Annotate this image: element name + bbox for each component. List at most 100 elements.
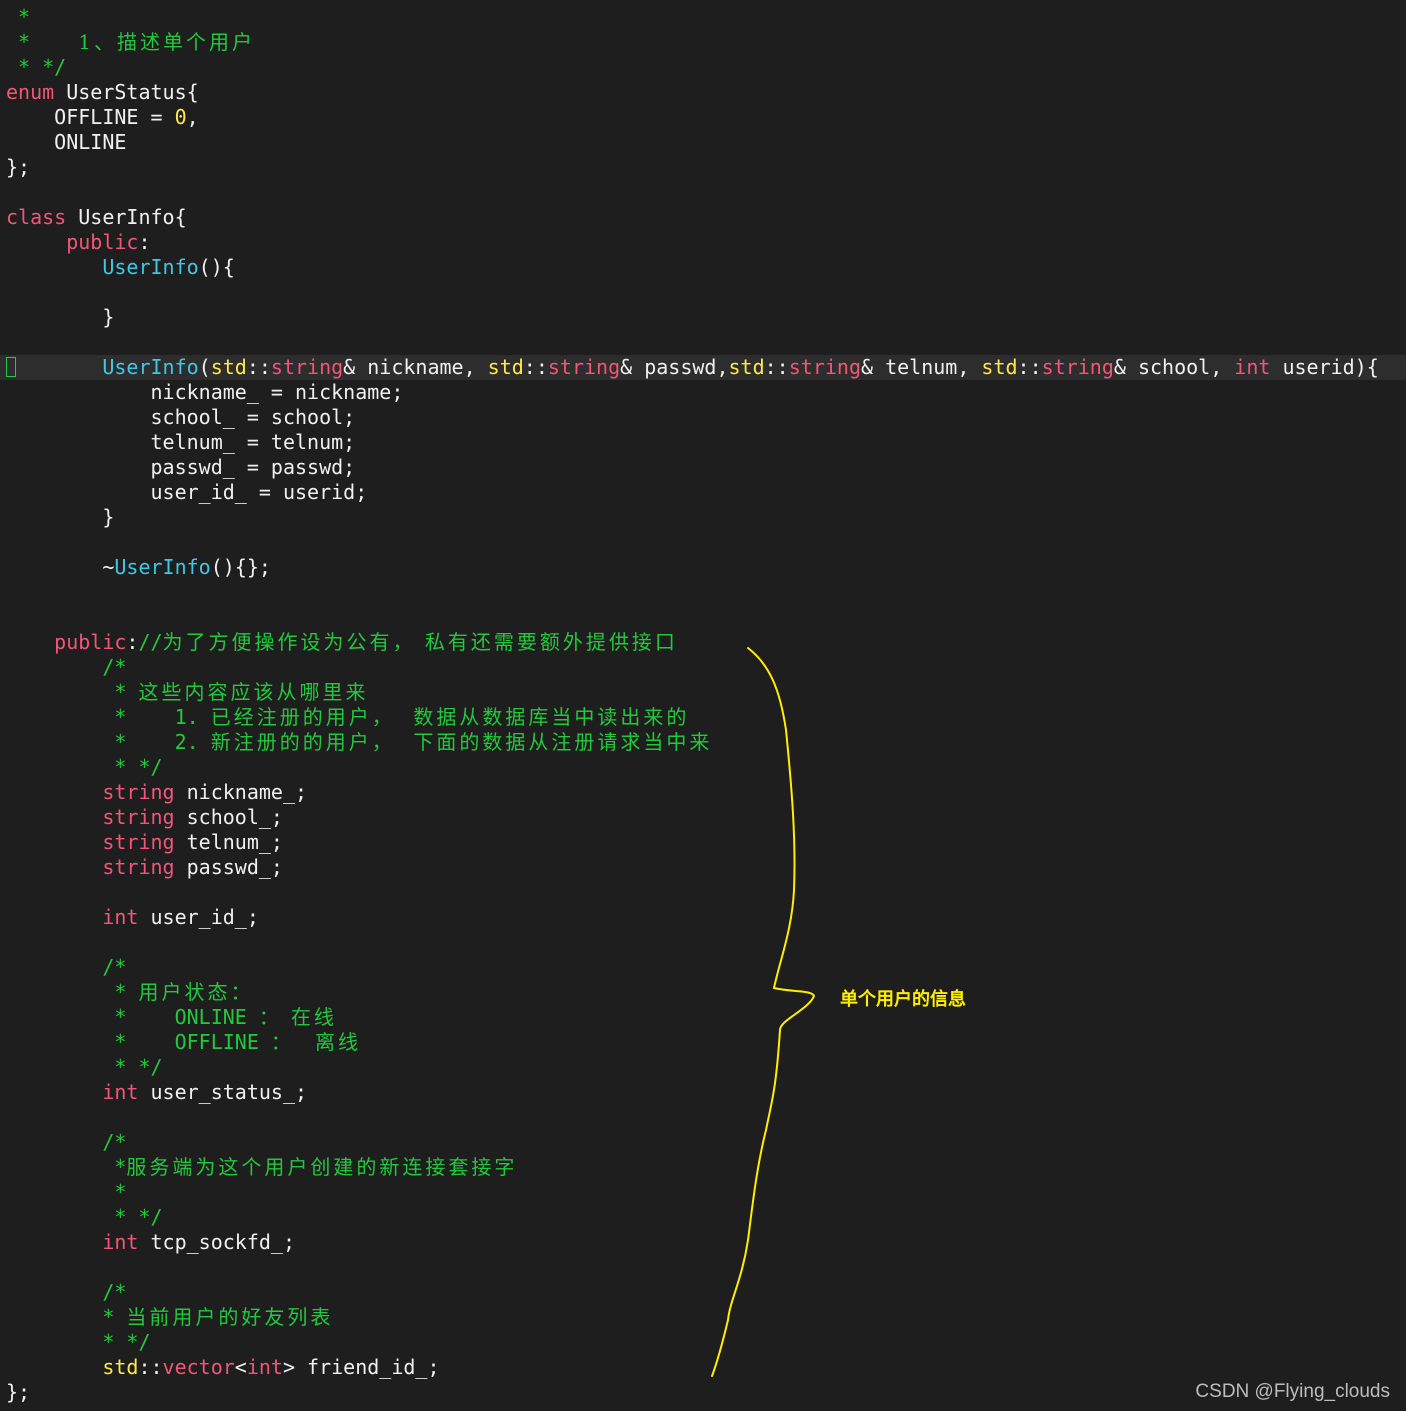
code-line[interactable]: [0, 1105, 1406, 1130]
code-line[interactable]: *: [0, 5, 1406, 30]
code-text: * */: [6, 755, 162, 780]
code-token: *: [6, 30, 79, 54]
code-token: 当前用户的好友列表: [126, 1305, 334, 1329]
code-line[interactable]: [0, 180, 1406, 205]
code-line[interactable]: class UserInfo{: [0, 205, 1406, 230]
watermark: CSDN @Flying_clouds: [1195, 1381, 1390, 1402]
code-line[interactable]: std::vector<int> friend_id_;: [0, 1355, 1406, 1380]
code-token: UserInfo: [102, 255, 199, 279]
code-line[interactable]: string nickname_;: [0, 780, 1406, 805]
code-text: passwd_ = passwd;: [6, 455, 355, 480]
code-line[interactable]: * 1、描述单个用户: [0, 30, 1406, 55]
code-line-current[interactable]: UserInfo(std::string& nickname, std::str…: [0, 355, 1406, 380]
code-line[interactable]: int tcp_sockfd_;: [0, 1230, 1406, 1255]
code-line[interactable]: int user_id_;: [0, 905, 1406, 930]
code-token: std: [981, 355, 1018, 379]
code-text: * 这些内容应该从哪里来: [6, 680, 368, 705]
code-token: user_id_ = userid;: [6, 480, 368, 504]
code-token: };: [6, 155, 31, 179]
code-token: //: [138, 630, 163, 654]
code-token: UserInfo{: [66, 205, 187, 229]
code-line[interactable]: string telnum_;: [0, 830, 1406, 855]
code-line[interactable]: * */: [0, 1055, 1406, 1080]
code-line[interactable]: public:: [0, 230, 1406, 255]
code-line[interactable]: [0, 1255, 1406, 1280]
code-line[interactable]: string passwd_;: [0, 855, 1406, 880]
code-line[interactable]: [0, 580, 1406, 605]
code-text: UserInfo(std::string& nickname, std::str…: [6, 355, 1378, 380]
code-token: user_status_;: [138, 1080, 308, 1104]
code-line[interactable]: OFFLINE = 0,: [0, 105, 1406, 130]
code-line[interactable]: /*: [0, 655, 1406, 680]
code-token: telnum_;: [174, 830, 283, 854]
code-line[interactable]: }: [0, 305, 1406, 330]
code-token: ::: [246, 355, 271, 379]
code-token: 这些内容应该从哪里来: [138, 680, 369, 704]
code-line[interactable]: /*: [0, 955, 1406, 980]
code-line[interactable]: * */: [0, 55, 1406, 80]
code-line[interactable]: passwd_ = passwd;: [0, 455, 1406, 480]
code-line[interactable]: string school_;: [0, 805, 1406, 830]
code-token: & school,: [1113, 355, 1235, 379]
code-token: & passwd,: [620, 355, 729, 379]
code-text: int user_id_;: [6, 905, 259, 930]
code-token: string: [788, 355, 861, 379]
code-line[interactable]: UserInfo(){: [0, 255, 1406, 280]
code-token: <: [234, 1355, 247, 1379]
code-line[interactable]: * 当前用户的好友列表: [0, 1305, 1406, 1330]
code-line[interactable]: }: [0, 505, 1406, 530]
code-token: int: [102, 1080, 139, 1104]
code-line[interactable]: * 2. 新注册的的用户， 下面的数据从注册请求当中来: [0, 730, 1406, 755]
code-line[interactable]: * 1. 已经注册的用户， 数据从数据库当中读出来的: [0, 705, 1406, 730]
code-line[interactable]: * */: [0, 1330, 1406, 1355]
code-token: & nickname,: [343, 355, 488, 379]
code-line[interactable]: [0, 605, 1406, 630]
code-token: /*: [6, 955, 127, 979]
annotation-label: 单个用户的信息: [840, 989, 966, 1010]
code-line[interactable]: * 用户状态：: [0, 980, 1406, 1005]
code-line[interactable]: [0, 280, 1406, 305]
code-token: (){: [198, 255, 235, 279]
code-token: tcp_sockfd_;: [138, 1230, 295, 1254]
code-line[interactable]: /*: [0, 1130, 1406, 1155]
code-line[interactable]: * OFFLINE ： 离线: [0, 1030, 1406, 1055]
code-token: int: [1234, 355, 1271, 379]
code-text: * 用户状态：: [6, 980, 253, 1005]
code-line[interactable]: };: [0, 155, 1406, 180]
code-line[interactable]: * ONLINE ： 在线: [0, 1005, 1406, 1030]
code-token: * ONLINE ：: [6, 1005, 291, 1029]
code-line[interactable]: enum UserStatus{: [0, 80, 1406, 105]
code-token: *: [6, 1155, 127, 1179]
code-line[interactable]: telnum_ = telnum;: [0, 430, 1406, 455]
code-line[interactable]: int user_status_;: [0, 1080, 1406, 1105]
code-line[interactable]: [0, 930, 1406, 955]
code-token: std: [728, 355, 765, 379]
code-text: UserInfo(){: [6, 255, 235, 280]
code-line[interactable]: *服务端为这个用户创建的新连接套接字: [0, 1155, 1406, 1180]
code-editor[interactable]: * * 1、描述单个用户 * */enum UserStatus{ OFFLIN…: [0, 0, 1406, 1411]
code-line[interactable]: /*: [0, 1280, 1406, 1305]
code-line[interactable]: * */: [0, 755, 1406, 780]
code-line[interactable]: user_id_ = userid;: [0, 480, 1406, 505]
code-text: /*: [6, 655, 126, 680]
code-line[interactable]: [0, 330, 1406, 355]
code-text: *: [6, 5, 30, 30]
code-token: 在线: [290, 1005, 337, 1029]
code-line[interactable]: * */: [0, 1205, 1406, 1230]
code-line[interactable]: ONLINE: [0, 130, 1406, 155]
code-line[interactable]: public://为了方便操作设为公有， 私有还需要额外提供接口: [0, 630, 1406, 655]
code-text: };: [6, 155, 30, 180]
code-line[interactable]: [0, 530, 1406, 555]
code-line[interactable]: [0, 880, 1406, 905]
code-line[interactable]: * 这些内容应该从哪里来: [0, 680, 1406, 705]
code-token: }: [6, 305, 115, 329]
code-text: nickname_ = nickname;: [6, 380, 403, 405]
code-line[interactable]: school_ = school;: [0, 405, 1406, 430]
code-line[interactable]: ~UserInfo(){};: [0, 555, 1406, 580]
code-token: UserInfo: [102, 355, 199, 379]
code-line[interactable]: nickname_ = nickname;: [0, 380, 1406, 405]
code-text: ~UserInfo(){};: [6, 555, 271, 580]
code-line[interactable]: *: [0, 1180, 1406, 1205]
